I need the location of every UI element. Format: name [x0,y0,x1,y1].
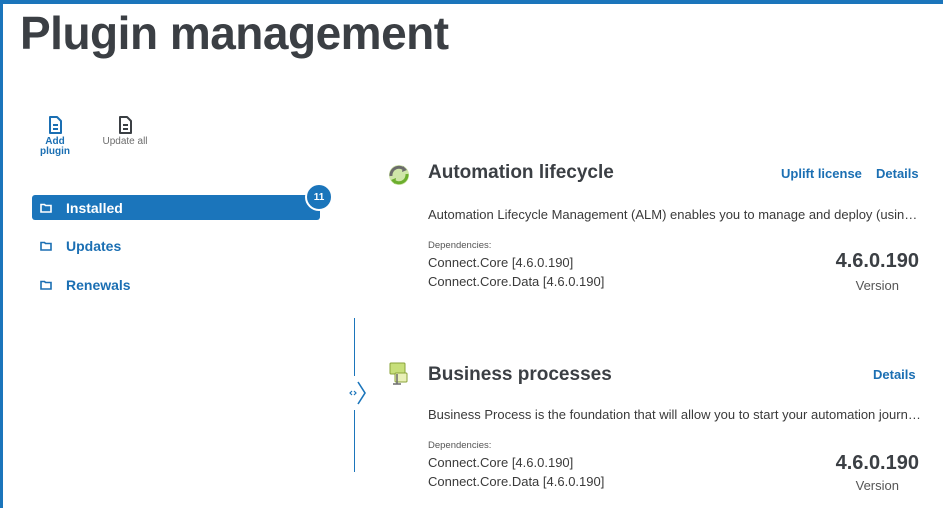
details-link[interactable]: Details [873,367,916,382]
version-number: 4.6.0.190 [835,452,919,474]
dependencies-label: Dependencies: [428,440,492,451]
dependency-item: Connect.Core [4.6.0.190] [428,455,574,470]
panel-splitter-handle[interactable] [346,378,368,408]
document-icon [119,116,132,134]
version-label: Version [855,478,899,493]
plugin-title: Business processes [428,364,612,385]
version-label: Version [855,278,899,293]
window-left-border [0,0,3,508]
folder-icon [40,203,52,213]
dependencies-label: Dependencies: [428,240,492,251]
dependency-item: Connect.Core.Data [4.6.0.190] [428,474,605,489]
nav-item-label: Updates [66,237,122,254]
installed-count-badge: 11 [305,183,333,211]
nav-item-updates[interactable]: Updates [32,233,320,258]
version-number: 4.6.0.190 [835,250,919,272]
plugin-title: Automation lifecycle [428,162,614,183]
folder-icon [40,241,52,251]
plugin-description: Automation Lifecycle Management (ALM) en… [428,207,923,222]
update-all-button[interactable]: Update all [98,116,152,147]
nav-item-renewals[interactable]: Renewals [32,272,320,297]
add-document-icon [49,116,62,134]
nav-item-installed[interactable]: Installed [32,195,320,220]
add-plugin-label: Add plugin [40,136,70,157]
page-title: Plugin management [20,7,449,59]
uplift-license-link[interactable]: Uplift license [781,166,862,181]
splitter-line [354,318,355,376]
nav-item-label: Renewals [66,276,131,293]
expand-chevron-icon [349,381,366,405]
nav-item-label: Installed [66,199,123,216]
flowchart-icon [389,362,408,385]
plugin-description: Business Process is the foundation that … [428,407,923,422]
details-link[interactable]: Details [876,166,919,181]
refresh-cycle-icon [389,165,409,185]
splitter-line [354,410,355,472]
add-plugin-button[interactable]: Add plugin [38,116,72,157]
folder-icon [40,280,52,290]
dependency-item: Connect.Core [4.6.0.190] [428,255,574,270]
dependency-item: Connect.Core.Data [4.6.0.190] [428,274,605,289]
window-top-border [0,0,943,4]
update-all-label: Update all [102,136,148,147]
